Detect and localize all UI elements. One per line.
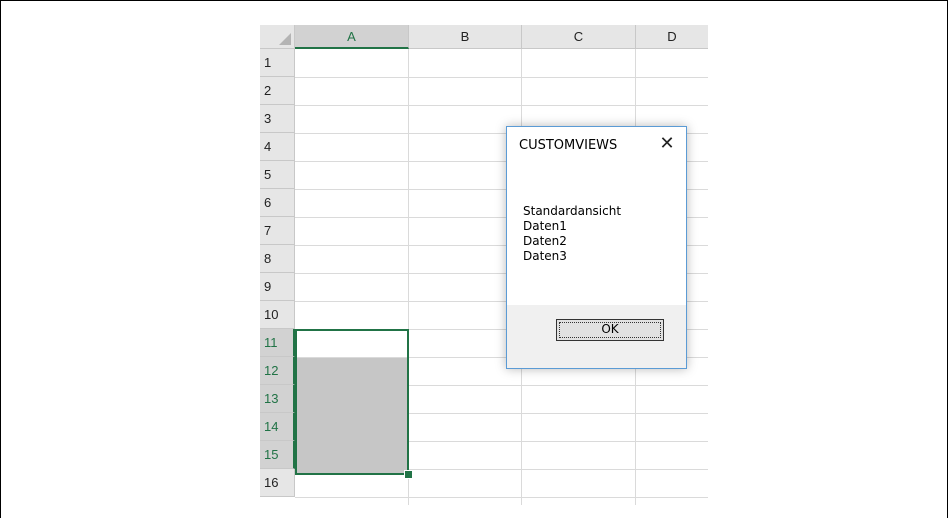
column-header-b[interactable]: B [409,25,522,49]
grid-line [295,497,708,498]
row-header-12[interactable]: 12 [260,357,295,385]
message-line: Daten1 [523,219,567,233]
grid-line [295,105,708,106]
row-header-4[interactable]: 4 [260,133,295,161]
grid-line [295,77,708,78]
row-header-9[interactable]: 9 [260,273,295,301]
row-header-3[interactable]: 3 [260,105,295,133]
row-header-13[interactable]: 13 [260,385,295,413]
close-icon[interactable]: ✕ [656,133,678,155]
row-header-6[interactable]: 6 [260,189,295,217]
row-header-8[interactable]: 8 [260,245,295,273]
row-header-5[interactable]: 5 [260,161,295,189]
row-header-11[interactable]: 11 [260,329,295,357]
selection-border[interactable] [295,329,409,475]
ok-button[interactable]: OK [556,319,664,341]
message-line: Daten3 [523,249,567,263]
select-all-corner[interactable] [260,25,295,49]
dialog-message: Standardansicht Daten1 Daten2 Daten3 [523,204,621,264]
fill-handle[interactable] [404,470,413,479]
row-header-1[interactable]: 1 [260,49,295,77]
column-header-a[interactable]: A [295,25,409,49]
row-header-7[interactable]: 7 [260,217,295,245]
select-all-icon [279,33,291,45]
dialog-footer: OK [507,305,686,368]
column-header-d[interactable]: D [636,25,708,49]
column-header-c[interactable]: C [522,25,636,49]
row-header-14[interactable]: 14 [260,413,295,441]
row-header-15[interactable]: 15 [260,441,295,469]
customviews-dialog: CUSTOMVIEWS ✕ Standardansicht Daten1 Dat… [506,126,687,369]
row-header-10[interactable]: 10 [260,301,295,329]
row-header-16[interactable]: 16 [260,469,295,497]
message-line: Standardansicht [523,204,622,218]
message-line: Daten2 [523,234,567,248]
row-header-2[interactable]: 2 [260,77,295,105]
dialog-title: CUSTOMVIEWS [519,138,618,153]
